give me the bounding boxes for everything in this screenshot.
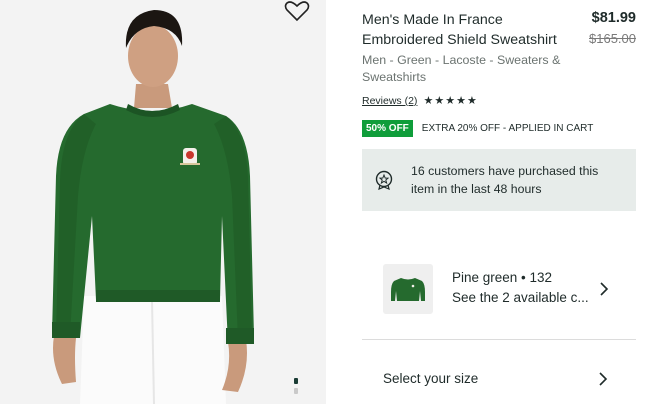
color-name: Pine green • 132 xyxy=(452,270,553,285)
badge-star-icon xyxy=(375,170,393,190)
product-image-gallery[interactable] xyxy=(0,0,326,404)
title-price-row: Men's Made In France Embroidered Shield … xyxy=(362,0,636,50)
chevron-right-icon xyxy=(599,372,608,386)
sweatshirt-thumbnail-icon xyxy=(391,278,425,301)
purchase-note: 16 customers have purchased this item in… xyxy=(411,164,599,196)
chevron-right-icon xyxy=(600,282,609,296)
gallery-pagination[interactable] xyxy=(294,378,300,398)
product-title: Men's Made In France Embroidered Shield … xyxy=(362,12,557,48)
star-icon: ★ xyxy=(434,95,445,107)
discount-badge: 50% OFF xyxy=(362,120,413,137)
promo-text: EXTRA 20% OFF - APPLIED IN CART xyxy=(421,123,594,134)
color-selector[interactable]: Pine green • 132 See the 2 available c..… xyxy=(383,264,613,314)
size-selector[interactable]: Select your size xyxy=(362,364,612,394)
product-photo xyxy=(0,0,326,404)
gallery-dot[interactable] xyxy=(294,388,298,394)
breadcrumb: Men - Green - Lacoste - Sweaters & Sweat… xyxy=(362,53,561,84)
promo-row: 50% OFF EXTRA 20% OFF - APPLIED IN CART xyxy=(362,120,636,137)
price-current: $81.99 xyxy=(591,10,636,26)
gallery-dot-active[interactable] xyxy=(294,378,298,384)
color-availability: See the 2 available c... xyxy=(452,290,589,305)
star-rating: ★ ★ ★ ★ ★ xyxy=(423,95,476,107)
size-label: Select your size xyxy=(383,371,479,386)
color-thumbnail xyxy=(383,264,433,314)
star-icon: ★ xyxy=(445,95,456,107)
price-original: $165.00 xyxy=(589,31,636,46)
product-info: Men's Made In France Embroidered Shield … xyxy=(362,0,636,211)
star-icon: ★ xyxy=(466,95,477,107)
reviews-link[interactable]: Reviews (2) xyxy=(362,95,417,107)
divider xyxy=(362,339,636,340)
heart-outline-icon[interactable] xyxy=(284,0,310,22)
star-icon: ★ xyxy=(456,95,466,107)
star-icon: ★ xyxy=(423,95,434,107)
purchase-activity-box: 16 customers have purchased this item in… xyxy=(362,149,636,211)
reviews-row: Reviews (2) ★ ★ ★ ★ ★ xyxy=(362,94,636,108)
